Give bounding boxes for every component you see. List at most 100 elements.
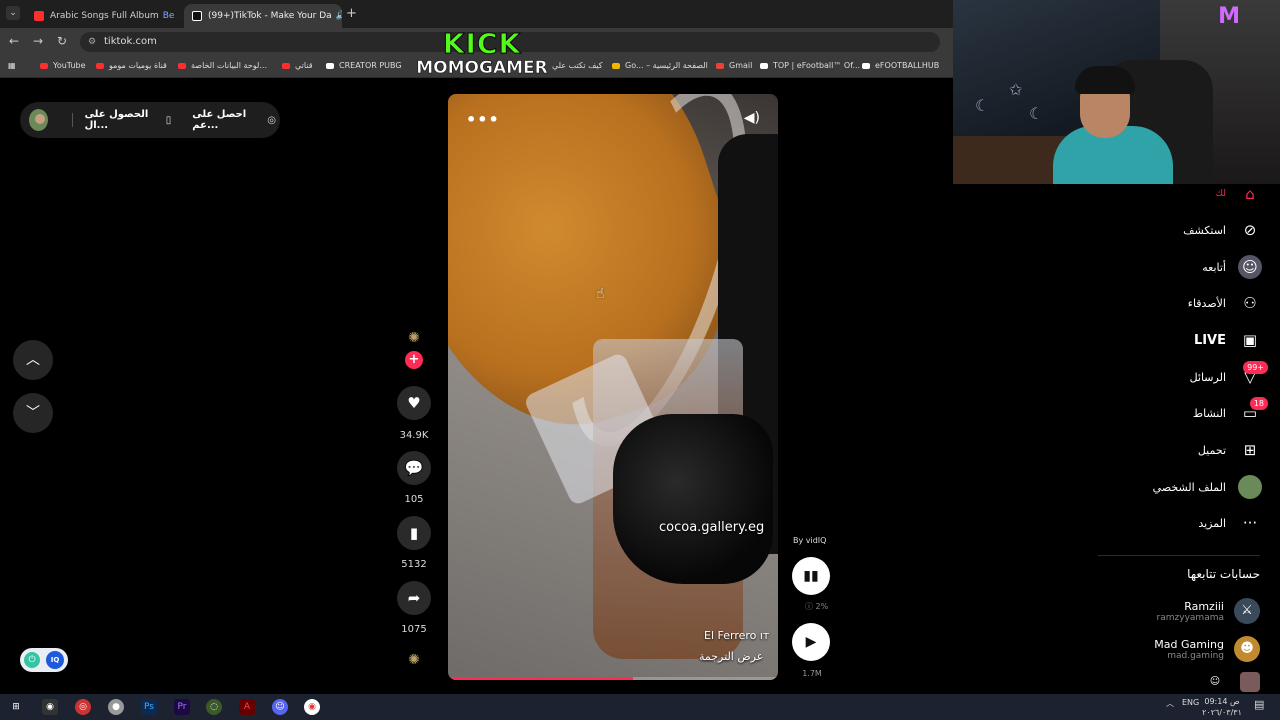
followed-account[interactable]: Mad Gaming mad.gaming ☻ (1154, 632, 1260, 666)
follow-button[interactable]: + (405, 351, 423, 369)
bookmark-label: Gmail (729, 61, 753, 70)
next-video-button[interactable]: ﹀ (13, 393, 53, 433)
clock-time: 09:14 ص (1204, 697, 1240, 706)
send-icon: ▽ 99+ (1238, 361, 1268, 389)
nav-friends[interactable]: الأصدقاء ⚇ (1188, 289, 1262, 317)
youtube-icon (34, 11, 44, 21)
nav-profile[interactable]: الملف الشخصي (1153, 473, 1262, 501)
close-icon[interactable]: ✕ (174, 11, 182, 22)
promo-item-1[interactable]: الحصول على ال... (85, 109, 162, 131)
bookmark-label: كيف تكتب علي (552, 61, 603, 70)
nav-messages[interactable]: الرسائل ▽ 99+ (1190, 361, 1268, 391)
video-music-title[interactable]: El Ferrero ıт (704, 629, 769, 642)
bookmark-item[interactable]: eFOOTBALLHUB (862, 61, 939, 70)
nav-label: المزيد (1198, 516, 1226, 530)
followed-account[interactable]: Ramziii ramzyyamama ⚔ (1157, 594, 1260, 628)
nav-label: لك (1215, 189, 1226, 199)
creator-avatar[interactable]: ✺ (405, 329, 423, 347)
notifications-icon[interactable]: ▤ (1254, 698, 1264, 711)
youtube-icon (178, 62, 186, 69)
nav-upload[interactable]: تحميل ⊞ (1198, 436, 1262, 464)
system-clock[interactable]: 09:14 ص ٢٠٢٦/٠٣/٣١ (1200, 696, 1244, 718)
obs-icon[interactable]: ◉ (42, 699, 58, 715)
new-tab-button[interactable]: + (346, 6, 357, 21)
nav-for-you[interactable]: لك ⌂ (1216, 180, 1262, 208)
app-icon[interactable]: ◌ (206, 699, 222, 715)
play-icon: ▶ (805, 634, 817, 650)
more-options-icon[interactable]: ••• (466, 110, 500, 129)
share-button[interactable]: ➦ (397, 581, 431, 615)
account-avatar: ⚔ (1234, 598, 1260, 624)
compass-icon: ⊘ (1243, 221, 1257, 239)
nav-label: الملف الشخصي (1152, 480, 1226, 494)
account-handle: ramzyyamama (1156, 612, 1224, 623)
chrome-icon[interactable]: ◉ (304, 699, 320, 715)
bookmark-button[interactable]: ▮ (397, 516, 431, 550)
nav-explore[interactable]: استكشف ⊘ (1183, 216, 1262, 244)
bookmark-count: 5132 (401, 559, 427, 570)
nav-label: تحميل (1197, 443, 1226, 457)
music-disc-icon[interactable]: ✺ (405, 651, 423, 669)
nav-following[interactable]: أتابعه ☺ (1202, 253, 1262, 281)
bookmark-item[interactable]: Gmail (716, 61, 752, 70)
back-icon[interactable]: ← (9, 34, 19, 48)
site-info-icon[interactable]: ⚙ (88, 32, 96, 52)
account-handle: mad.gaming (1167, 650, 1224, 661)
language-indicator[interactable]: ENG (1182, 698, 1199, 707)
bookmark-item[interactable]: CREATOR PUBG (326, 61, 402, 70)
profile-avatar (1238, 475, 1262, 499)
bookmark-label: CREATOR PUBG (339, 61, 402, 70)
tab-title: Arabic Songs Full Album (50, 11, 159, 21)
like-button[interactable]: ♥ (397, 386, 431, 420)
followed-account[interactable]: ☺ (1206, 672, 1260, 692)
nav-activity[interactable]: النشاط ▭ 18 (1193, 397, 1268, 427)
promo-pill[interactable]: الحصول على ال... ▯ احصل على عم... ◎ (20, 102, 280, 138)
discord-icon[interactable]: ☺ (272, 699, 288, 715)
see-translation-link[interactable]: عرض الترجمة (699, 650, 763, 663)
account-emoji-icon: ☺ (1209, 676, 1221, 687)
premiere-icon[interactable]: Pr (174, 699, 190, 715)
video-author-handle[interactable]: cocoa.gallery.eg (659, 520, 764, 535)
forward-icon[interactable]: → (33, 34, 43, 48)
bookmark-item[interactable]: Go... – الصفحة الرئيسية (612, 61, 708, 70)
promo-item-2[interactable]: احصل على عم... (192, 109, 263, 131)
divider (71, 113, 73, 127)
tab-tiktok[interactable]: (99+)TikTok - Make Your Da 🔊 ✕ (184, 4, 342, 28)
nav-live[interactable]: LIVE ▣ (1194, 326, 1262, 354)
reload-icon[interactable]: ↻ (57, 34, 67, 48)
nav-more[interactable]: المزيد ··· (1198, 509, 1262, 537)
tab-youtube[interactable]: Arabic Songs Full Album Be ✕ (26, 4, 182, 28)
vidiq-stats-button[interactable]: ▮▮ (792, 557, 830, 595)
following-accounts-title: حسابات تتابعها (1187, 567, 1260, 581)
account-avatar: ☻ (1234, 636, 1260, 662)
bookmark-item[interactable]: YouTube (40, 61, 86, 70)
windows-start-icon[interactable]: ⊞ (8, 699, 24, 715)
volume-icon[interactable]: ◀) (744, 110, 760, 126)
speaker-icon[interactable]: 🔊 (336, 11, 342, 21)
webcam-feed: M ☾ ✩ ☾ (953, 0, 1280, 184)
tray-chevron-icon[interactable]: ︿ (1166, 698, 1174, 709)
apps-icon[interactable]: ▦ (8, 61, 16, 70)
photoshop-icon[interactable]: Ps (141, 699, 157, 715)
comment-button[interactable]: 💬 (397, 451, 431, 485)
bookmark-item[interactable]: TOP | eFootball™ Of... (760, 61, 860, 70)
vidiq-toggle[interactable]: ⏻ IQ (20, 648, 68, 672)
video-player[interactable]: ••• ◀) cocoa.gallery.eg El Ferrero ıт عر… (448, 94, 778, 680)
nav-label: استكشف (1183, 223, 1226, 237)
bookmark-item[interactable]: لوحة البيانات الخاصة... (178, 61, 267, 70)
bookmark-item[interactable]: قناة يوميات مومو (96, 61, 167, 70)
video-progress-bar[interactable] (448, 677, 778, 680)
app-icon[interactable]: ● (108, 699, 124, 715)
bookmark-item[interactable]: قناتي (282, 61, 313, 70)
acrobat-icon[interactable]: A (239, 699, 255, 715)
avatar[interactable] (29, 109, 48, 131)
app-icon[interactable]: ◎ (75, 699, 91, 715)
previous-video-button[interactable]: ︿ (13, 340, 53, 380)
bookmark-item[interactable]: كيف تكتب علي (552, 61, 603, 70)
more-dots-icon: ··· (1242, 514, 1258, 532)
vidiq-logo-icon: IQ (46, 651, 64, 669)
stream-overlay-logo: KICK MOMOGAMER (412, 29, 552, 80)
tab-search-icon[interactable]: ⌄ (6, 6, 20, 20)
vidiq-play-button[interactable]: ▶ (792, 623, 830, 661)
home-icon: ⌂ (1245, 185, 1255, 203)
